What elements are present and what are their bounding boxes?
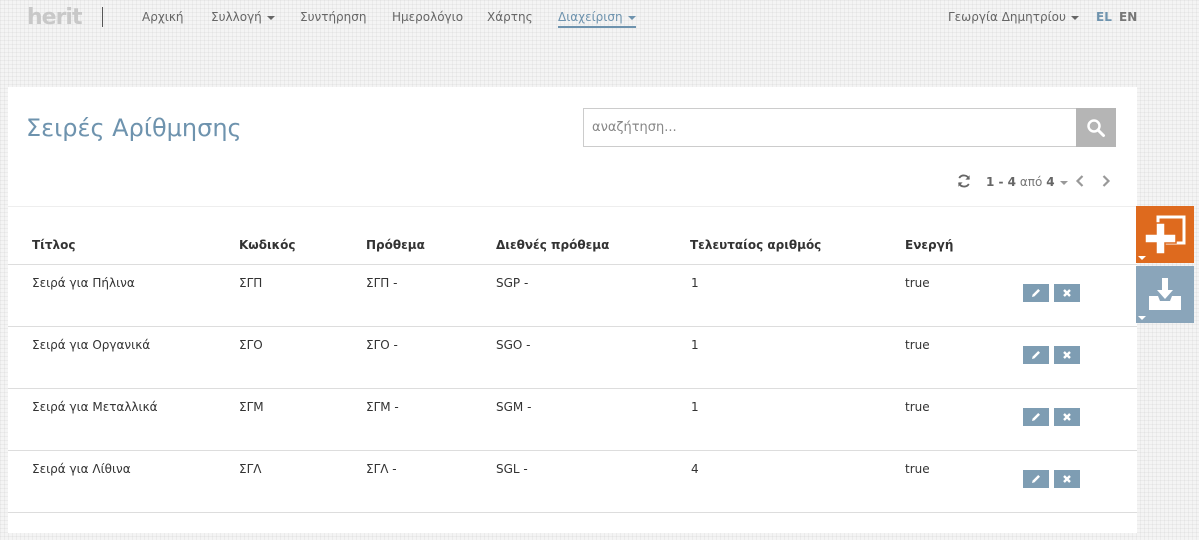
cell-active: true <box>905 276 930 290</box>
user-name: Γεωργία Δημητρίου <box>948 10 1066 24</box>
close-icon <box>1063 413 1071 421</box>
nav-conservation[interactable]: Συντήρηση <box>300 10 367 24</box>
caret-down-icon <box>1059 180 1068 185</box>
top-navbar: herit Αρχική Συλλογή Συντήρηση Ημερολόγι… <box>0 0 1199 36</box>
pagination-dropdown[interactable]: 1 - 4 από 4 <box>986 175 1068 189</box>
caret-down-icon <box>1070 15 1079 20</box>
nav-collection-label: Συλλογή <box>211 10 262 24</box>
nav-collection[interactable]: Συλλογή <box>211 10 275 24</box>
pagination-total: 4 <box>1046 175 1055 189</box>
delete-button[interactable] <box>1054 346 1080 364</box>
cell-code: ΣΓΠ <box>239 276 263 290</box>
nav-calendar[interactable]: Ημερολόγιο <box>392 10 463 24</box>
cell-intl-prefix: SGM - <box>496 400 532 414</box>
cell-code: ΣΓΜ <box>239 400 264 414</box>
plus-icon <box>1144 215 1186 255</box>
nav-administration[interactable]: Διαχείριση <box>558 10 636 28</box>
cell-last-number: 1 <box>691 276 699 290</box>
add-button[interactable] <box>1136 206 1194 263</box>
nav-administration-label: Διαχείριση <box>558 10 623 24</box>
close-icon <box>1063 289 1071 297</box>
cell-title: Σειρά για Μεταλλικά <box>32 400 158 414</box>
cell-title: Σειρά για Λίθινα <box>32 462 131 476</box>
delete-button[interactable] <box>1054 470 1080 488</box>
edit-button[interactable] <box>1023 346 1049 364</box>
pagination-of-label: από <box>1019 175 1043 189</box>
cell-title: Σειρά για Οργανικά <box>32 338 151 352</box>
cell-last-number: 1 <box>691 338 699 352</box>
pencil-icon <box>1032 475 1040 483</box>
cell-last-number: 1 <box>691 400 699 414</box>
search-input[interactable] <box>583 108 1077 147</box>
cell-prefix: ΣΓΜ - <box>366 400 399 414</box>
user-menu[interactable]: Γεωργία Δημητρίου <box>948 10 1079 24</box>
column-header-prefix[interactable]: Πρόθεμα <box>366 238 425 252</box>
cell-intl-prefix: SGO - <box>496 338 531 352</box>
column-header-title[interactable]: Τίτλος <box>32 238 75 252</box>
delete-button[interactable] <box>1054 408 1080 426</box>
page-title: Σειρές Αρίθμησης <box>26 114 242 142</box>
cell-active: true <box>905 462 930 476</box>
close-icon <box>1063 351 1071 359</box>
cell-code: ΣΓΛ <box>239 462 262 476</box>
search-button[interactable] <box>1076 108 1116 147</box>
cell-prefix: ΣΓΛ - <box>366 462 397 476</box>
cell-active: true <box>905 338 930 352</box>
nav-map[interactable]: Χάρτης <box>487 10 533 24</box>
cell-title: Σειρά για Πήλινα <box>32 276 135 290</box>
table-row: Σειρά για Μεταλλικά ΣΓΜ ΣΓΜ - SGM - 1 tr… <box>8 389 1137 451</box>
pencil-icon <box>1032 351 1040 359</box>
edit-button[interactable] <box>1023 408 1049 426</box>
column-header-last-number[interactable]: Τελευταίος αριθμός <box>690 238 821 252</box>
logo-separator <box>102 7 103 27</box>
cell-prefix: ΣΓΠ - <box>366 276 398 290</box>
cell-intl-prefix: SGL - <box>496 462 528 476</box>
chevron-left-icon[interactable] <box>1074 174 1086 188</box>
pagination-range: 1 - 4 <box>986 175 1017 189</box>
table-row: Σειρά για Πήλινα ΣΓΠ ΣΓΠ - SGP - 1 true <box>8 265 1137 327</box>
brand-logo[interactable]: herit <box>27 5 82 30</box>
caret-down-icon <box>266 15 275 20</box>
download-tray-icon <box>1149 278 1181 310</box>
delete-button[interactable] <box>1054 284 1080 302</box>
main-panel: Σειρές Αρίθμησης 1 - 4 από 4 Τίτλος Κωδι… <box>8 87 1137 533</box>
search-icon <box>1087 118 1105 137</box>
language-el[interactable]: EL <box>1096 10 1112 24</box>
pencil-icon <box>1032 413 1040 421</box>
chevron-right-icon[interactable] <box>1100 174 1112 188</box>
cell-code: ΣΓΟ <box>239 338 263 352</box>
table-row: Σειρά για Οργανικά ΣΓΟ ΣΓΟ - SGO - 1 tru… <box>8 327 1137 389</box>
cell-intl-prefix: SGP - <box>496 276 529 290</box>
edit-button[interactable] <box>1023 470 1049 488</box>
pencil-icon <box>1032 289 1040 297</box>
caret-down-icon <box>1138 256 1146 260</box>
caret-down-icon <box>627 15 636 20</box>
nav-home[interactable]: Αρχική <box>142 10 184 24</box>
refresh-icon[interactable] <box>956 173 972 189</box>
caret-down-icon <box>1138 316 1146 320</box>
column-header-intl-prefix[interactable]: Διεθνές πρόθεμα <box>496 238 609 252</box>
cell-last-number: 4 <box>691 462 699 476</box>
divider <box>8 206 1137 207</box>
close-icon <box>1063 475 1071 483</box>
language-en[interactable]: EN <box>1119 10 1137 24</box>
cell-prefix: ΣΓΟ - <box>366 338 398 352</box>
edit-button[interactable] <box>1023 284 1049 302</box>
column-header-code[interactable]: Κωδικός <box>239 238 296 252</box>
table-row: Σειρά για Λίθινα ΣΓΛ ΣΓΛ - SGL - 4 true <box>8 451 1137 513</box>
import-button[interactable] <box>1136 266 1194 323</box>
cell-active: true <box>905 400 930 414</box>
column-header-active[interactable]: Ενεργή <box>905 238 953 252</box>
